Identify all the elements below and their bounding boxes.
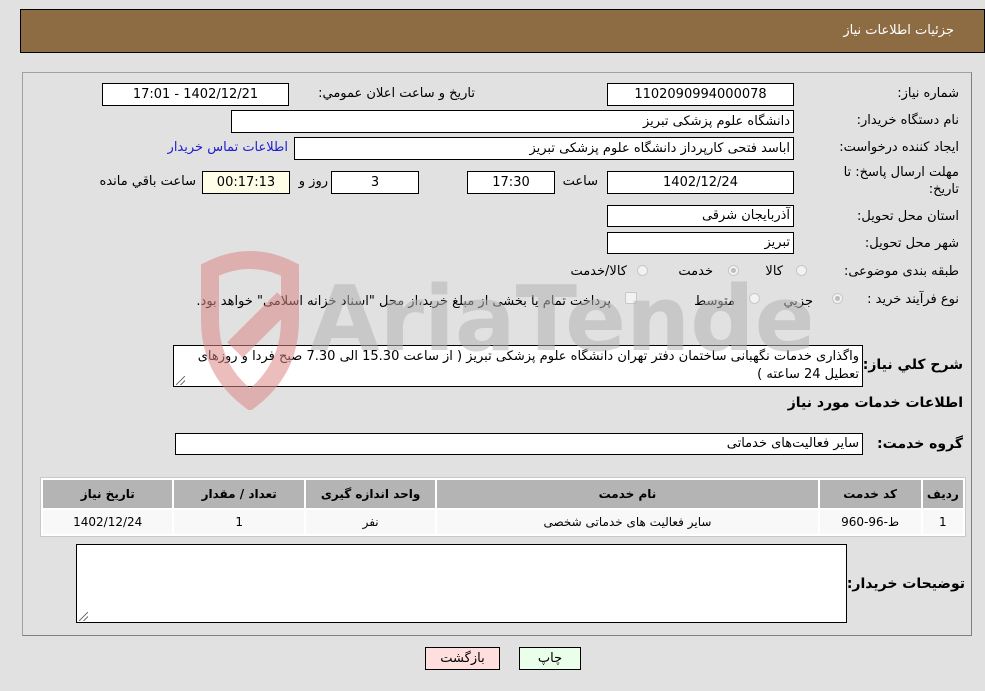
process-type-label: نوع فرآیند خرید : [867, 292, 959, 307]
col-header-service-code: کد خدمت [819, 480, 921, 508]
process-medium-label: متوسط [694, 294, 735, 309]
cell-quantity: 1 [174, 510, 304, 534]
resize-grip-icon[interactable] [176, 376, 185, 385]
deadline-date-field: 1402/12/24 [607, 171, 794, 194]
col-header-service-name: نام خدمت [437, 480, 818, 508]
province-label: استان محل تحویل: [857, 209, 959, 224]
remaining-days-field: 3 [331, 171, 419, 194]
details-panel: شماره نیاز: 1102090994000078 تاریخ و ساع… [22, 72, 972, 636]
buyer-notes-label: توضیحات خریدار: [846, 576, 965, 592]
table-row: 1 ط-96-960 سایر فعالیت های خدماتی شخصی ن… [43, 510, 963, 534]
category-service-radio[interactable] [728, 265, 739, 276]
city-field: تبریز [607, 232, 794, 254]
page-title: جزئیات اطلاعات نیاز [843, 23, 954, 38]
creator-label: ایجاد کننده درخواست: [839, 140, 959, 155]
services-section-title: اطلاعات خدمات مورد نیاز [787, 395, 963, 411]
category-label: طبقه بندی موضوعی: [843, 264, 959, 279]
category-goods-radio[interactable] [796, 265, 807, 276]
need-number-label: شماره نیاز: [897, 86, 959, 101]
category-service-label: خدمت [678, 264, 713, 279]
creator-field: اباسد فتحی کارپرداز دانشگاه علوم پزشکی ت… [294, 137, 794, 160]
buyer-org-label: نام دستگاه خریدار: [856, 113, 959, 128]
resize-grip-icon[interactable] [79, 612, 88, 621]
cell-service-name: سایر فعالیت های خدماتی شخصی [437, 510, 818, 534]
remaining-time-label: ساعت باقي مانده [99, 174, 196, 189]
category-goods-service-radio[interactable] [637, 265, 648, 276]
treasury-note: پرداخت تمام یا بخشی از مبلغ خرید،از محل … [196, 294, 611, 309]
announce-datetime-field: 1402/12/21 - 17:01 [102, 83, 289, 106]
buyer-contact-link[interactable]: اطلاعات تماس خریدار [168, 140, 288, 155]
process-minor-label: جزيي [783, 294, 813, 309]
page-header: جزئیات اطلاعات نیاز [20, 9, 985, 53]
city-label: شهر محل تحویل: [864, 236, 959, 251]
need-number-field: 1102090994000078 [607, 83, 794, 106]
process-medium-radio[interactable] [749, 293, 760, 304]
description-textarea[interactable]: واگذاری خدمات نگهبانی ساختمان دفتر تهران… [173, 345, 863, 387]
description-text: واگذاری خدمات نگهبانی ساختمان دفتر تهران… [197, 349, 859, 382]
cell-unit: نفر [305, 510, 436, 534]
deadline-label-line2: تاریخ: [928, 182, 959, 197]
days-label: روز و [298, 174, 328, 189]
province-field: آذربایجان شرقی [607, 205, 794, 227]
col-header-quantity: تعداد / مقدار [174, 480, 304, 508]
treasury-checkbox[interactable] [625, 292, 637, 304]
buyer-notes-textarea[interactable] [76, 544, 847, 623]
announce-label: تاریخ و ساعت اعلان عمومي: [318, 86, 475, 101]
category-goods-service-label: کالا/خدمت [570, 264, 627, 279]
remaining-time-field: 00:17:13 [202, 171, 290, 194]
table-header-row: ردیف کد خدمت نام خدمت واحد اندازه گیری ت… [43, 480, 963, 508]
process-minor-radio[interactable] [832, 293, 843, 304]
deadline-label-line1: مهلت ارسال پاسخ: تا [843, 165, 959, 180]
back-button[interactable]: بازگشت [425, 647, 500, 670]
service-group-field: سایر فعالیت‌های خدماتی [175, 433, 863, 455]
cell-service-code: ط-96-960 [819, 510, 921, 534]
col-header-need-date: تاریخ نیاز [43, 480, 173, 508]
cell-row-number: 1 [922, 510, 963, 534]
services-table: ردیف کد خدمت نام خدمت واحد اندازه گیری ت… [40, 477, 966, 537]
col-header-row-number: ردیف [922, 480, 963, 508]
deadline-time-label: ساعت [562, 174, 598, 189]
deadline-time-field: 17:30 [467, 171, 555, 194]
description-label: شرح کلي نیاز: [862, 357, 963, 373]
buyer-org-field: دانشگاه علوم پزشکی تبریز [231, 110, 794, 133]
col-header-unit: واحد اندازه گیری [305, 480, 436, 508]
print-button[interactable]: چاپ [519, 647, 581, 670]
cell-need-date: 1402/12/24 [43, 510, 173, 534]
category-goods-label: کالا [765, 264, 783, 279]
service-group-label: گروه خدمت: [877, 436, 963, 452]
